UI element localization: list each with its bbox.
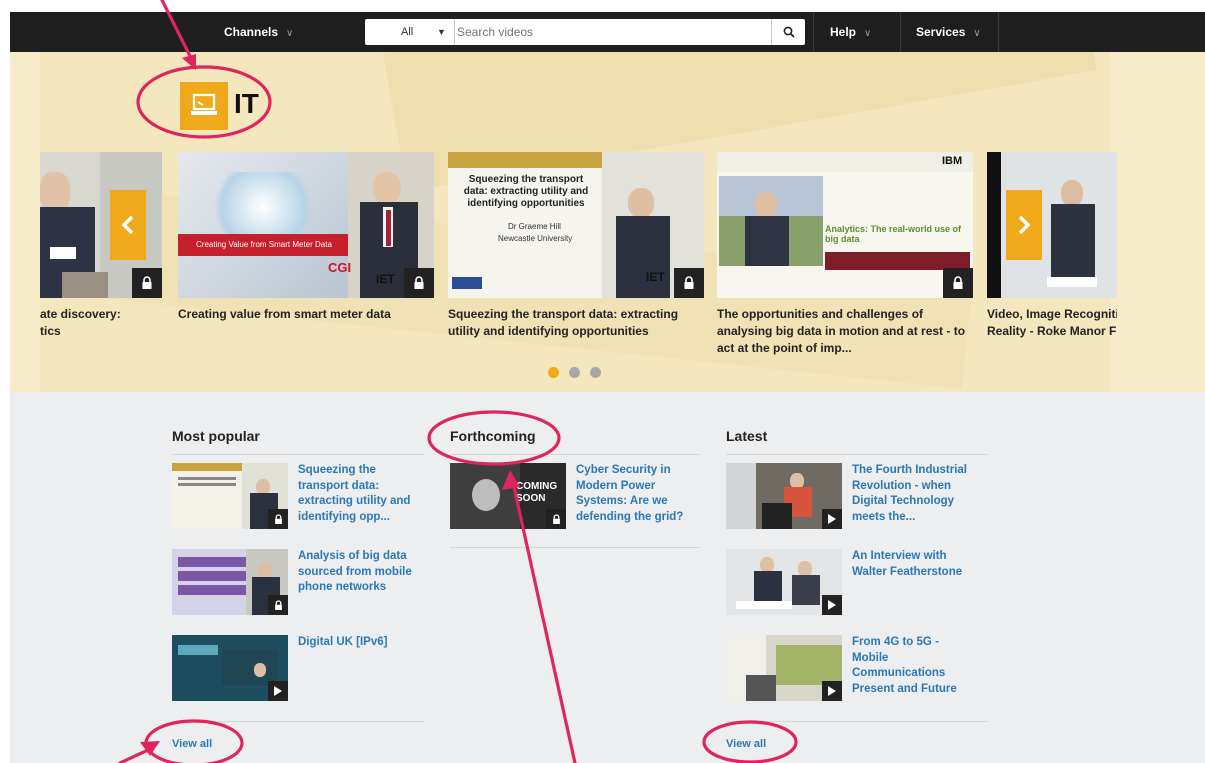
divider <box>450 547 700 548</box>
channel-title: IT <box>234 88 259 119</box>
cgi-logo: CGI <box>328 260 352 275</box>
carousel-pagination <box>548 367 601 378</box>
lock-icon <box>132 268 162 298</box>
search-bar: All ▼ <box>365 19 805 45</box>
slide-author: Dr Graeme Hill <box>508 222 561 231</box>
iet-logo: IET <box>646 270 665 284</box>
divider <box>172 721 424 722</box>
search-scope-value: All <box>401 26 414 38</box>
it-channel-icon <box>180 82 228 130</box>
video-title[interactable]: An Interview with Walter Featherstone <box>852 549 976 580</box>
lock-icon <box>268 595 288 615</box>
nav-divider <box>900 12 901 52</box>
coming-soon-badge: COMING SOON <box>516 481 558 504</box>
chevron-down-icon: ∨ <box>864 28 872 39</box>
carousel-next-button[interactable] <box>1006 190 1042 260</box>
search-scope-select[interactable]: All ▼ <box>365 19 455 45</box>
help-menu[interactable]: Help ∨ <box>816 12 871 52</box>
search-icon <box>783 26 795 38</box>
video-thumbnail[interactable]: COMING SOON <box>450 463 566 529</box>
search-input[interactable] <box>457 21 767 43</box>
video-thumbnail[interactable]: Squeezing the transport data: extracting… <box>448 152 704 298</box>
divider <box>726 721 988 722</box>
video-title-text: Video, Image Recogniti Reality - Roke Ma… <box>987 307 1117 338</box>
latest-column: Latest The Fourth Industrial Revolution … <box>726 428 988 745</box>
lock-icon <box>943 268 973 298</box>
channels-label: Channels <box>224 25 279 39</box>
list-item[interactable]: COMING SOON Cyber Security in Modern Pow… <box>450 463 700 533</box>
video-thumbnail[interactable] <box>726 635 842 701</box>
services-label: Services <box>916 25 966 39</box>
video-thumbnail[interactable]: Analytics: The real-world use of big dat… <box>717 152 973 298</box>
hero-background-shape <box>1110 52 1205 392</box>
most-popular-column: Most popular Squeezing the transport dat… <box>172 428 424 745</box>
play-icon <box>268 681 288 701</box>
services-menu[interactable]: Services ∨ <box>902 12 981 52</box>
video-title[interactable]: From 4G to 5G - Mobile Communications Pr… <box>852 635 976 697</box>
section-title: Latest <box>726 428 768 444</box>
play-icon <box>822 595 842 615</box>
caret-down-icon: ▼ <box>437 27 446 37</box>
carousel-prev-button[interactable] <box>110 190 146 260</box>
video-title[interactable]: The opportunities and challenges of anal… <box>717 306 967 357</box>
carousel-dot[interactable] <box>548 367 559 378</box>
nav-divider <box>813 12 814 52</box>
video-title[interactable]: Squeezing the transport data: extracting… <box>298 463 422 525</box>
video-title[interactable]: The Fourth Industrial Revolution - when … <box>852 463 976 525</box>
video-title[interactable]: Squeezing the transport data: extracting… <box>448 306 698 340</box>
forthcoming-column: Forthcoming COMING SOON Cyber Security i… <box>450 428 700 555</box>
list-item[interactable]: Squeezing the transport data: extracting… <box>172 463 422 533</box>
play-icon <box>822 681 842 701</box>
view-all-latest-link[interactable]: View all <box>726 738 766 750</box>
video-title[interactable]: ate discovery: tics <box>40 306 140 340</box>
section-title: Most popular <box>172 428 260 444</box>
carousel-card[interactable]: Analytics: The real-world use of big dat… <box>717 152 973 357</box>
chevron-left-icon <box>121 215 134 235</box>
video-title[interactable]: Creating value from smart meter data <box>178 306 428 323</box>
slide-title: Analytics: The real-world use of big dat… <box>825 224 962 244</box>
carousel-dot[interactable] <box>569 367 580 378</box>
video-lists-section: Most popular Squeezing the transport dat… <box>10 392 1205 763</box>
chevron-right-icon <box>1018 215 1031 235</box>
video-thumbnail[interactable]: Creating Value from Smart Meter Data CGI… <box>178 152 434 298</box>
top-navigation-bar: Channels ∨ All ▼ Help ∨ Services ∨ <box>10 12 1205 52</box>
nav-divider <box>998 12 999 52</box>
ibm-logo: IBM <box>942 155 963 167</box>
list-item[interactable]: Digital UK [IPv6] <box>172 635 422 705</box>
list-item[interactable]: From 4G to 5G - Mobile Communications Pr… <box>726 635 976 705</box>
slide-title: Squeezing the transport data: extracting… <box>463 174 589 209</box>
slide-org: Newcastle University <box>498 234 573 243</box>
video-title[interactable]: Video, Image Recogniti Reality - Roke Ma… <box>987 306 1117 340</box>
channel-hero: IT ate discovery: tics Creating Value fr… <box>10 52 1205 392</box>
video-thumbnail[interactable] <box>726 549 842 615</box>
chevron-down-icon: ∨ <box>973 28 981 39</box>
section-title: Forthcoming <box>450 428 536 444</box>
lock-icon <box>404 268 434 298</box>
view-all-popular-link[interactable]: View all <box>172 738 212 750</box>
carousel-card[interactable]: Creating Value from Smart Meter Data CGI… <box>178 152 434 323</box>
slide-text: Creating Value from Smart Meter Data <box>196 240 332 249</box>
list-item[interactable]: An Interview with Walter Featherstone <box>726 549 976 619</box>
chevron-down-icon: ∨ <box>286 28 294 39</box>
video-title[interactable]: Cyber Security in Modern Power Systems: … <box>576 463 700 525</box>
lock-icon <box>546 509 566 529</box>
video-title[interactable]: Digital UK [IPv6] <box>298 635 422 651</box>
video-title[interactable]: Analysis of big data sourced from mobile… <box>298 549 422 596</box>
video-thumbnail[interactable] <box>172 635 288 701</box>
search-button[interactable] <box>771 19 805 45</box>
help-label: Help <box>830 25 857 39</box>
lock-icon <box>268 509 288 529</box>
play-icon <box>822 509 842 529</box>
video-thumbnail[interactable] <box>172 549 288 615</box>
channels-menu[interactable]: Channels ∨ <box>210 12 293 52</box>
hero-background-shape <box>10 52 40 392</box>
lock-icon <box>674 268 704 298</box>
list-item[interactable]: The Fourth Industrial Revolution - when … <box>726 463 976 533</box>
video-thumbnail[interactable] <box>172 463 288 529</box>
carousel-card[interactable]: Squeezing the transport data: extracting… <box>448 152 704 340</box>
iet-logo: IET <box>376 272 395 286</box>
list-item[interactable]: Analysis of big data sourced from mobile… <box>172 549 422 619</box>
video-thumbnail[interactable] <box>726 463 842 529</box>
carousel-dot[interactable] <box>590 367 601 378</box>
